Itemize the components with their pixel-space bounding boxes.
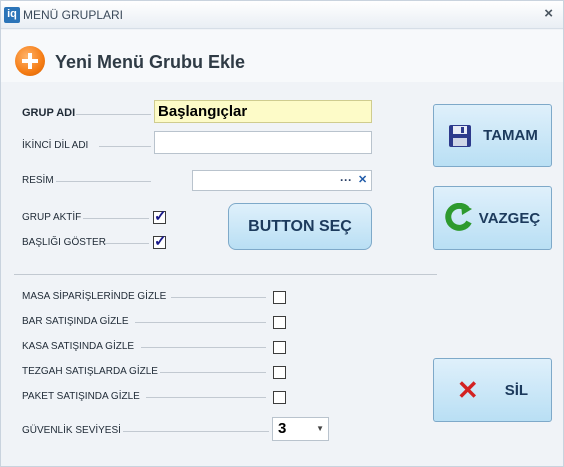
title-bar: iq MENÜ GRUPLARI × (1, 1, 563, 29)
security-level-value: 3 (278, 420, 287, 437)
app-logo-icon: iq (4, 7, 20, 23)
hide-table-orders-checkbox[interactable] (273, 291, 286, 304)
dialog-window: iq MENÜ GRUPLARI × Yeni Menü Grubu Ekle … (0, 0, 564, 467)
label-leader-line (105, 243, 149, 244)
hide-option-label: TEZGAH SATIŞLARDA GİZLE (22, 366, 158, 377)
save-icon (449, 124, 472, 147)
label-leader-line (171, 297, 266, 298)
ok-button-label: TAMAM (483, 127, 538, 144)
hide-option-label: MASA SİPARİŞLERİNDE GİZLE (22, 291, 167, 302)
hide-package-sales-checkbox[interactable] (273, 391, 286, 404)
button-select-button[interactable]: BUTTON SEÇ (228, 203, 372, 250)
close-icon[interactable]: × (544, 5, 553, 22)
label-leader-line (135, 322, 266, 323)
hide-bar-sales-checkbox[interactable] (273, 316, 286, 329)
section-divider (14, 274, 437, 275)
chevron-down-icon: ▼ (316, 424, 324, 433)
label-leader-line (56, 181, 151, 182)
hide-option-label: KASA SATIŞINDA GİZLE (22, 341, 135, 352)
hide-cashier-sales-checkbox[interactable] (273, 341, 286, 354)
label-leader-line (141, 347, 266, 348)
label-leader-line (123, 431, 269, 432)
image-label: RESİM (22, 175, 54, 186)
label-leader-line (83, 218, 149, 219)
cancel-button[interactable]: VAZGEÇ (433, 186, 552, 250)
security-level-select[interactable]: 3 ▼ (272, 417, 329, 441)
show-title-label: BAŞLIĞI GÖSTER (22, 237, 106, 248)
security-level-label: GÜVENLİK SEVİYESİ (22, 425, 121, 436)
cancel-button-label: VAZGEÇ (478, 209, 541, 227)
hide-option-label: PAKET SATIŞINDA GİZLE (22, 391, 140, 402)
second-language-label: İKİNCİ DİL ADI (22, 140, 89, 151)
group-name-label: GRUP ADI (22, 107, 76, 119)
group-active-checkbox[interactable] (153, 207, 167, 225)
window-title: MENÜ GRUPLARI (23, 8, 124, 22)
group-name-input[interactable]: Başlangıçlar (154, 100, 372, 123)
ok-button[interactable]: TAMAM (433, 104, 552, 167)
page-title: Yeni Menü Grubu Ekle (55, 52, 246, 72)
clear-icon[interactable]: ✕ (358, 173, 367, 186)
hide-counter-sales-checkbox[interactable] (273, 366, 286, 379)
label-leader-line (99, 146, 151, 147)
delete-icon: ✕ (456, 374, 479, 405)
delete-button-label: SİL (504, 381, 529, 399)
browse-icon[interactable]: ··· (340, 173, 352, 187)
second-language-input[interactable] (154, 131, 372, 154)
delete-button[interactable]: ✕ SİL (433, 358, 552, 422)
add-icon (15, 46, 45, 76)
hide-option-label: BAR SATIŞINDA GİZLE (22, 316, 129, 327)
header-area: Yeni Menü Grubu Ekle (1, 30, 563, 82)
label-leader-line (160, 372, 266, 373)
label-leader-line (76, 114, 151, 115)
refresh-icon (445, 203, 472, 231)
label-leader-line (146, 397, 266, 398)
group-active-label: GRUP AKTİF (22, 212, 82, 223)
show-title-checkbox[interactable] (153, 232, 167, 250)
